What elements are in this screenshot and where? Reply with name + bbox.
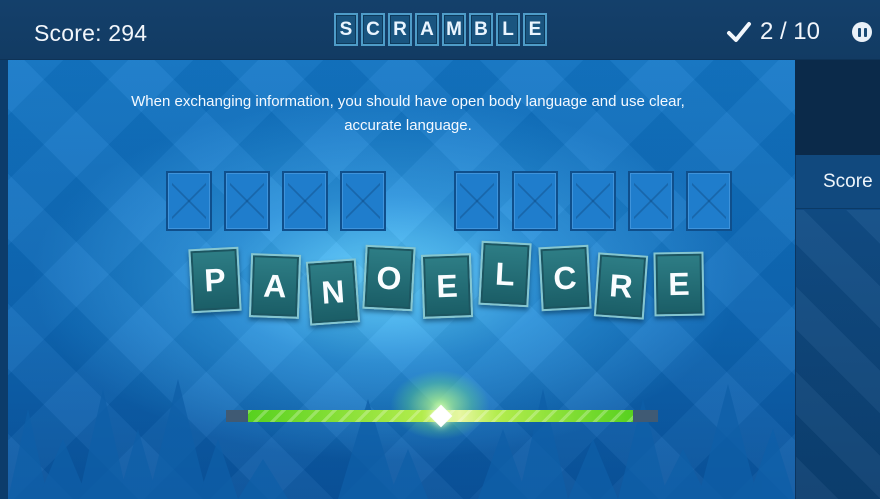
checkmark-icon [726, 22, 751, 42]
letter-tile[interactable]: E [653, 251, 705, 317]
score-side-panel: Score [795, 155, 880, 499]
answer-slot[interactable] [340, 171, 386, 231]
letter-tile[interactable]: O [362, 244, 416, 312]
letter-tile[interactable]: E [420, 253, 474, 319]
answer-slot[interactable] [224, 171, 270, 231]
logo-letter: A [415, 13, 439, 46]
letter-tile[interactable]: N [305, 258, 361, 326]
letter-tile[interactable]: C [538, 244, 592, 312]
answer-slot[interactable] [686, 171, 732, 231]
logo-letter: M [442, 13, 466, 46]
pause-icon-bar [863, 27, 867, 37]
answer-slot[interactable] [166, 171, 212, 231]
letter-tile[interactable]: R [593, 252, 649, 320]
letter-tile[interactable]: L [478, 240, 532, 308]
letter-tile[interactable]: P [188, 246, 242, 314]
scramble-logo: S C R A M B L E [334, 13, 547, 46]
logo-letter: R [388, 13, 412, 46]
progress-count: 2 / 10 [759, 18, 820, 45]
side-panel-body [796, 210, 880, 499]
answer-slot[interactable] [282, 171, 328, 231]
pause-icon [857, 27, 861, 37]
letter-tile[interactable]: A [248, 253, 302, 319]
answer-slot[interactable] [628, 171, 674, 231]
question-text: When exchanging information, you should … [131, 93, 685, 134]
letter-tiles: P A N O E L C R E [188, 240, 730, 330]
answer-slot[interactable] [454, 171, 500, 231]
side-panel-title: Score [796, 155, 880, 209]
answer-slot[interactable] [570, 171, 616, 231]
question-progress: 2 / 10 [726, 18, 820, 46]
score-label: Score: 294 [34, 20, 148, 46]
top-bar: Score: 294 S C R A M B L E 2 / 10 [0, 0, 880, 60]
pause-button[interactable] [852, 22, 872, 42]
answer-slots [166, 171, 744, 231]
logo-letter: L [496, 13, 520, 46]
logo-letter: C [361, 13, 385, 46]
word-gap [398, 171, 454, 231]
logo-letter: S [334, 13, 358, 46]
logo-letter: E [523, 13, 547, 46]
left-edge [0, 60, 8, 499]
answer-slot[interactable] [512, 171, 558, 231]
logo-letter: B [469, 13, 493, 46]
